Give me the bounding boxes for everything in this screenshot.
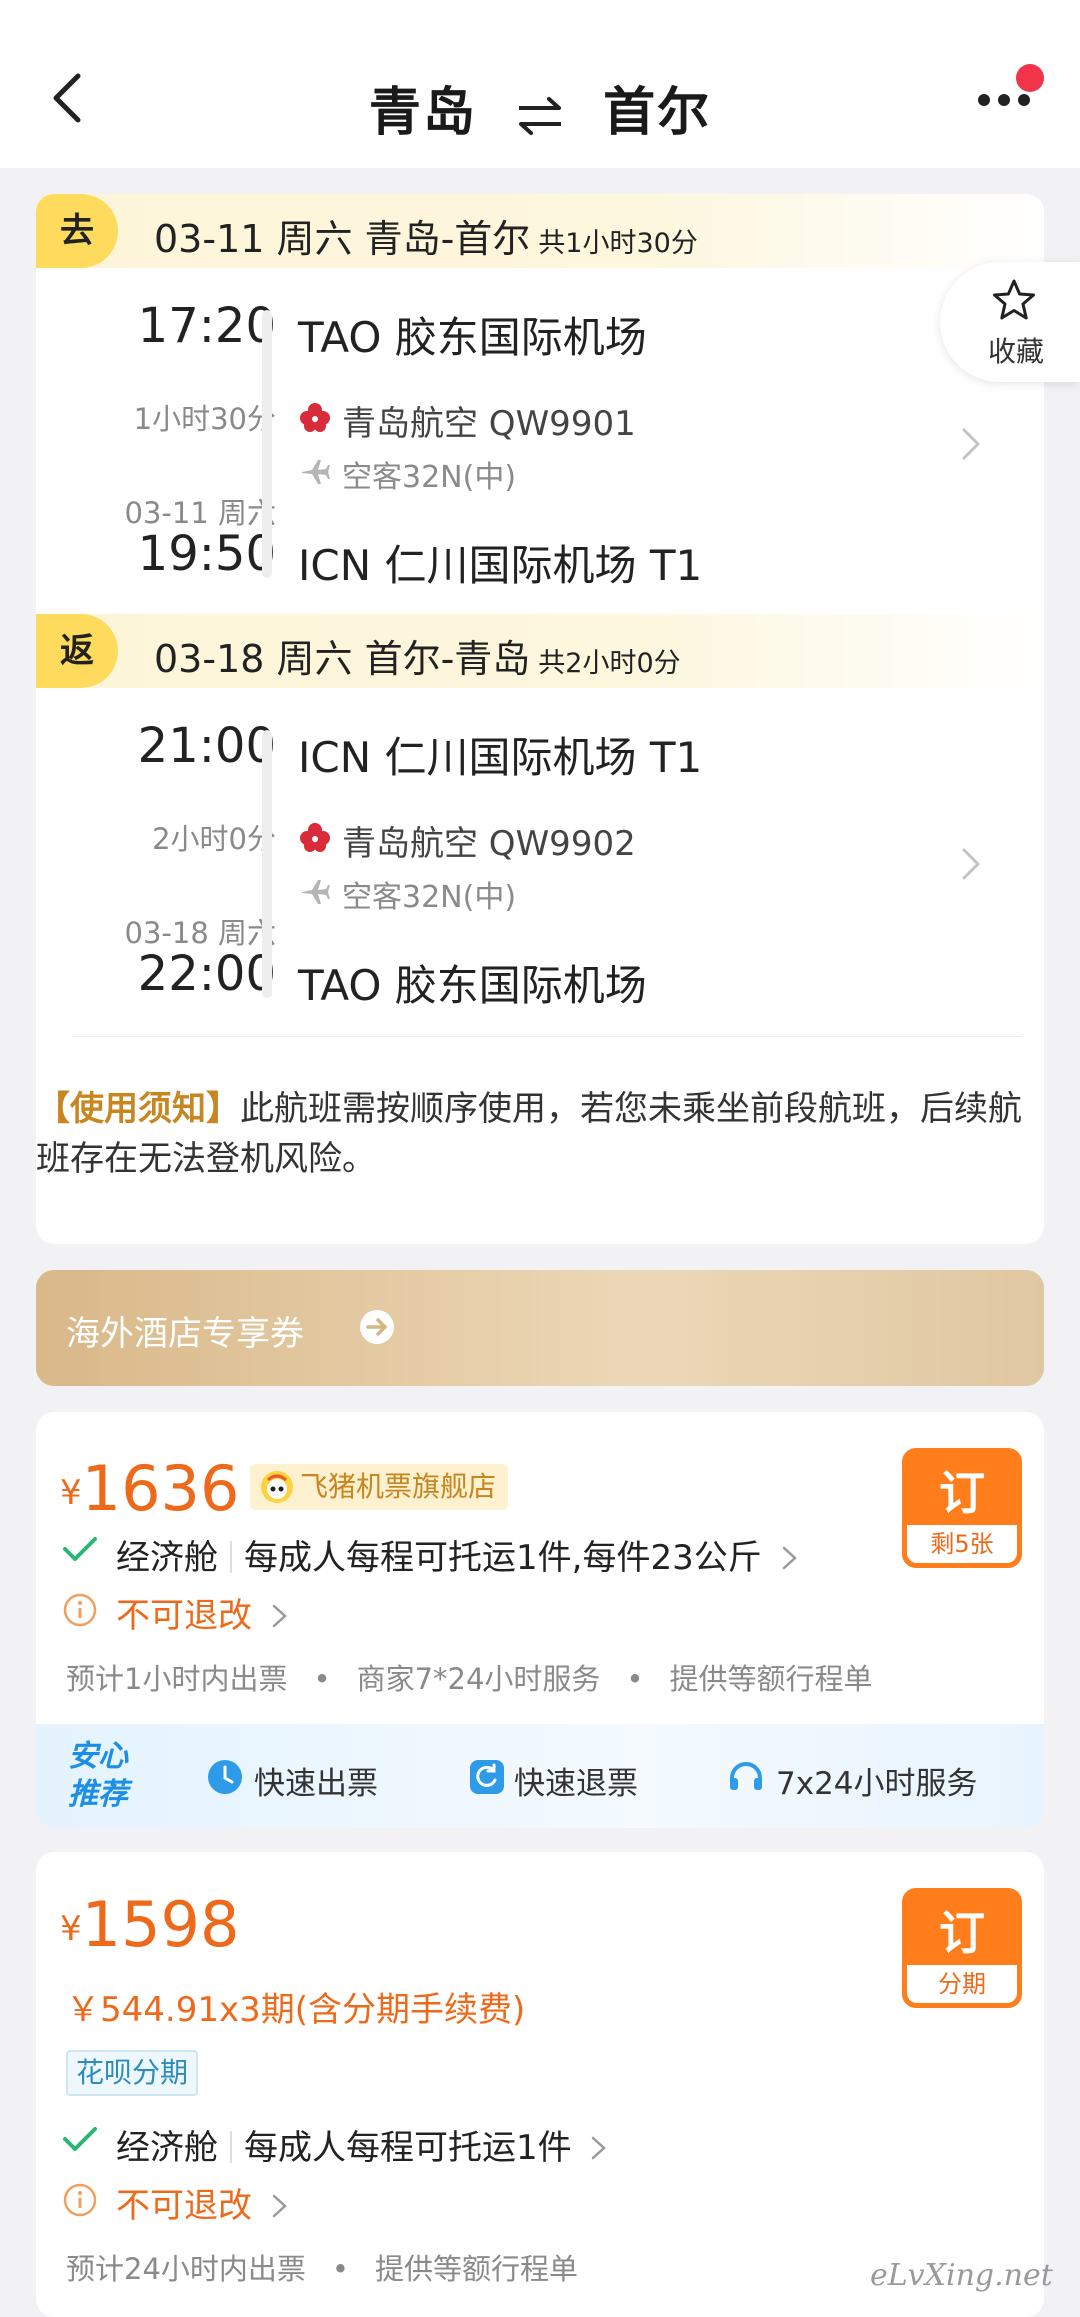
store-badge: 飞猪机票旗舰店 [250, 1464, 509, 1510]
book-label: 订 [939, 1906, 985, 1960]
return-arrive-time: 22:00 [137, 946, 276, 1002]
top-nav-bar: 青岛 首尔 [0, 0, 1080, 168]
offer-price: ¥1636 [60, 1452, 239, 1525]
section-divider [72, 1036, 1022, 1037]
chevron-right-icon [592, 2136, 607, 2160]
return-chevron-icon[interactable] [956, 844, 986, 884]
price-value: 1636 [81, 1452, 240, 1525]
page-title: 青岛 首尔 [0, 70, 1080, 145]
star-icon [993, 279, 1035, 320]
refund-icon [470, 1760, 504, 1794]
book-installment-button[interactable]: 订 分期 [902, 1888, 1022, 2008]
airline-logo-icon [300, 403, 330, 432]
outbound-header: 去 03-11 周六 青岛-首尔 共1小时30分 [36, 194, 1044, 268]
offer-price: ¥1598 [60, 1888, 239, 1961]
service-info-row: 预计24小时内出票 • 提供等额行程单 [66, 2252, 579, 2286]
favorite-label: 收藏 [988, 335, 1045, 368]
baggage-allowance: 每成人每程可托运1件 [244, 2128, 572, 2168]
chevron-right-icon [272, 2194, 287, 2218]
assurance-bar: 安心 推荐 快速出票 快速退票 7x24小时服务 [36, 1724, 1044, 1828]
title-from: 青岛 [368, 83, 477, 143]
headset-icon [730, 1762, 762, 1790]
assure-fast-ticket: 快速出票 [254, 1766, 378, 1802]
airline-logo-icon [300, 823, 330, 852]
offer-card[interactable]: ¥1598 订 分期 ￥544.91x3期(含分期手续费) 花呗分期 经济舱 每成… [36, 1852, 1044, 2317]
return-airline: 青岛航空 QW9902 [342, 824, 636, 864]
outbound-badge: 去 [36, 194, 118, 268]
hotel-coupon-label: 海外酒店专享券 [66, 1314, 304, 1354]
fliggy-logo-icon [261, 1471, 293, 1503]
outbound-duration: 1小时30分 [133, 402, 276, 436]
cabin-baggage-row[interactable]: 经济舱 每成人每程可托运1件,每件23公斤 [116, 1530, 801, 1579]
outbound-total-duration: 共1小时30分 [538, 228, 698, 259]
ticket-time: 预计24小时内出票 [66, 2252, 306, 2286]
watermark: eLvXing.net [870, 2258, 1053, 2293]
swap-arrows-icon [519, 97, 561, 135]
plane-icon [302, 460, 330, 484]
usage-notice: 【使用须知】此航班需按顺序使用，若您未乘坐前段航班，后续航班存在无法登机风险。 [36, 1084, 1044, 1184]
outbound-depart-time: 17:20 [137, 298, 276, 354]
plane-icon [302, 880, 330, 904]
notification-dot [1016, 64, 1044, 92]
hotel-coupon-banner[interactable]: 海外酒店专享券 [36, 1270, 1044, 1386]
currency-symbol: ¥ [60, 1909, 82, 1949]
arrow-right-circle-icon [360, 1310, 394, 1344]
installment-price: ￥544.91x3期(含分期手续费) [66, 1990, 526, 2030]
huabei-badge: 花呗分期 [66, 2050, 199, 2096]
clock-icon [208, 1760, 242, 1794]
flight-details-card: 去 03-11 周六 青岛-首尔 共1小时30分 17:20 1小时30分 03-… [36, 194, 1044, 1244]
baggage-allowance: 每成人每程可托运1件,每件23公斤 [244, 1538, 762, 1578]
offer-card[interactable]: ¥1636 飞猪机票旗舰店 订 剩5张 经济舱 每成人每程可托运1件,每件23公斤… [36, 1412, 1044, 1828]
refund-policy[interactable]: 不可退改 [116, 1588, 291, 1637]
outbound-aircraft: 空客32N(中) [342, 460, 517, 495]
return-aircraft: 空客32N(中) [342, 880, 517, 915]
book-button[interactable]: 订 剩5张 [902, 1448, 1022, 1568]
cabin-class: 经济舱 [116, 1538, 218, 1578]
return-timeline-bar [262, 730, 272, 998]
chevron-right-icon [782, 1546, 797, 1570]
store-name: 飞猪机票旗舰店 [300, 1470, 497, 1503]
refund-label: 不可退改 [116, 2186, 252, 2226]
cabin-baggage-row[interactable]: 经济舱 每成人每程可托运1件 [116, 2120, 610, 2169]
return-duration: 2小时0分 [152, 822, 276, 856]
ticket-time: 预计1小时内出票 [66, 1662, 288, 1696]
outbound-chevron-icon[interactable] [956, 424, 986, 464]
price-value: 1598 [81, 1888, 240, 1961]
check-icon [63, 1537, 97, 1561]
outbound-arrive-time: 19:50 [137, 526, 276, 582]
invoice-info: 提供等额行程单 [375, 2252, 579, 2286]
merchant-service: 商家7*24小时服务 [356, 1662, 601, 1696]
assure-fast-refund: 快速退票 [514, 1766, 638, 1802]
cabin-class: 经济舱 [116, 2128, 218, 2168]
assurance-logo: 安心 推荐 [68, 1739, 128, 1812]
outbound-arrive-airport: ICN 仁川国际机场 T1 [298, 541, 703, 590]
invoice-info: 提供等额行程单 [669, 1662, 873, 1696]
installment-label: 分期 [907, 1965, 1017, 2003]
return-header: 返 03-18 周六 首尔-青岛 共2小时0分 [36, 614, 1044, 688]
return-badge: 返 [36, 614, 118, 688]
return-total-duration: 共2小时0分 [538, 648, 681, 679]
return-depart-time: 21:00 [137, 718, 276, 774]
check-icon [63, 2127, 97, 2151]
outbound-airline: 青岛航空 QW9901 [342, 404, 636, 444]
outbound-timeline-bar [262, 310, 272, 578]
assure-24h-service: 7x24小时服务 [776, 1766, 978, 1802]
info-icon [63, 2183, 97, 2217]
refund-policy[interactable]: 不可退改 [116, 2178, 291, 2227]
return-header-text: 03-18 周六 首尔-青岛 [154, 637, 531, 681]
favorite-button[interactable]: 收藏 [940, 262, 1080, 382]
tickets-left: 剩5张 [907, 1525, 1017, 1563]
info-icon [63, 1593, 97, 1627]
title-to: 首尔 [603, 83, 712, 143]
return-arrive-airport: TAO 胶东国际机场 [298, 961, 647, 1010]
book-label: 订 [939, 1466, 985, 1520]
usage-notice-label: 【使用须知】 [36, 1089, 240, 1129]
outbound-header-text: 03-11 周六 青岛-首尔 [154, 217, 531, 261]
currency-symbol: ¥ [60, 1473, 82, 1513]
outbound-depart-airport: TAO 胶东国际机场 [298, 313, 647, 362]
chevron-right-icon [272, 1604, 287, 1628]
service-info-row: 预计1小时内出票 • 商家7*24小时服务 • 提供等额行程单 [66, 1662, 873, 1696]
refund-label: 不可退改 [116, 1596, 252, 1636]
return-depart-airport: ICN 仁川国际机场 T1 [298, 733, 703, 782]
